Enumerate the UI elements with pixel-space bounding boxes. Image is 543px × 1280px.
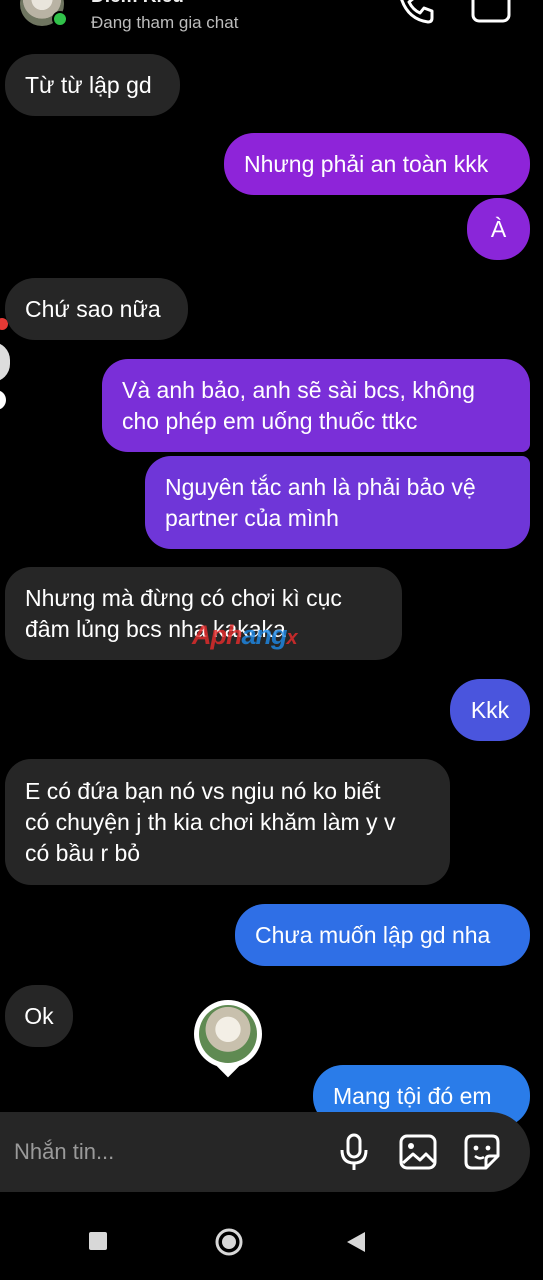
watermark-part: Aph <box>192 620 242 650</box>
message-text: À <box>490 215 507 242</box>
back-triangle-icon <box>346 1232 366 1257</box>
system-navigation-bar <box>0 1192 543 1280</box>
online-indicator <box>52 11 68 27</box>
message-outgoing[interactable]: À <box>467 198 530 260</box>
voice-message-button[interactable] <box>337 1132 371 1172</box>
message-outgoing[interactable]: Và anh bảo, anh sẽ sài bcs, không cho ph… <box>102 359 530 452</box>
message-line: Nguyên tắc anh là phải bảo vệ <box>165 473 476 500</box>
message-incoming[interactable]: Từ từ lập gd <box>5 54 180 116</box>
contact-status: Đang tham gia chat <box>91 13 239 32</box>
message-outgoing[interactable]: Nguyên tắc anh là phải bảo vệ partner củ… <box>145 456 530 549</box>
message-input[interactable] <box>12 1138 316 1166</box>
message-text: Ok <box>24 1002 54 1029</box>
audio-call-button[interactable] <box>396 0 436 26</box>
message-line: Nhưng mà đừng có chơi kì cục <box>25 584 342 611</box>
home-button[interactable] <box>214 1227 244 1262</box>
scroll-marker <box>0 390 6 410</box>
watermark-part: x <box>286 627 298 649</box>
video-call-button[interactable] <box>470 0 512 24</box>
seen-indicator-avatar <box>194 1000 262 1068</box>
phone-icon <box>396 0 436 26</box>
gallery-button[interactable] <box>398 1132 438 1172</box>
circle-home-icon <box>214 1228 244 1261</box>
watermark-logo: Aphangx <box>192 620 298 651</box>
message-text: Mang tội đó em <box>333 1082 492 1109</box>
back-button[interactable] <box>346 1231 366 1258</box>
square-icon <box>89 1232 107 1254</box>
microphone-icon <box>337 1132 371 1172</box>
message-line: có chuyện j th kia chơi khăm làm y v <box>25 808 396 835</box>
chat-header: Diem Kieu Đang tham gia chat <box>0 0 543 48</box>
message-text: Chưa muốn lập gd nha <box>255 921 491 948</box>
message-incoming[interactable]: Chứ sao nữa <box>5 278 188 340</box>
message-outgoing[interactable]: Chưa muốn lập gd nha <box>235 904 530 966</box>
sticker-icon <box>462 1132 502 1172</box>
contact-name[interactable]: Diem Kieu <box>91 0 184 8</box>
image-icon <box>398 1132 438 1172</box>
message-line: Và anh bảo, anh sẽ sài bcs, không <box>122 376 475 403</box>
message-text: Nhưng phải an toàn kkk <box>244 150 489 177</box>
watermark-part: ang <box>241 620 287 650</box>
message-text: Chứ sao nữa <box>25 295 161 322</box>
message-line: cho phép em uống thuốc ttkc <box>122 407 418 434</box>
message-text: Từ từ lập gd <box>25 71 152 98</box>
message-outgoing[interactable]: Nhưng phải an toàn kkk <box>224 133 530 195</box>
message-line: partner của mình <box>165 504 339 531</box>
sticker-button[interactable] <box>462 1132 502 1172</box>
video-camera-icon <box>470 0 512 24</box>
message-incoming[interactable]: Ok <box>5 985 73 1047</box>
avatar <box>199 1005 257 1063</box>
partial-avatar <box>0 342 10 382</box>
message-outgoing[interactable]: Kkk <box>450 679 530 741</box>
message-line: E có đứa bạn nó vs ngiu nó ko biết <box>25 777 381 804</box>
message-incoming[interactable]: E có đứa bạn nó vs ngiu nó ko biết có ch… <box>5 759 450 885</box>
message-line: có bầu r bỏ <box>25 839 141 866</box>
recents-button[interactable] <box>89 1232 107 1255</box>
message-text: Kkk <box>470 696 510 723</box>
